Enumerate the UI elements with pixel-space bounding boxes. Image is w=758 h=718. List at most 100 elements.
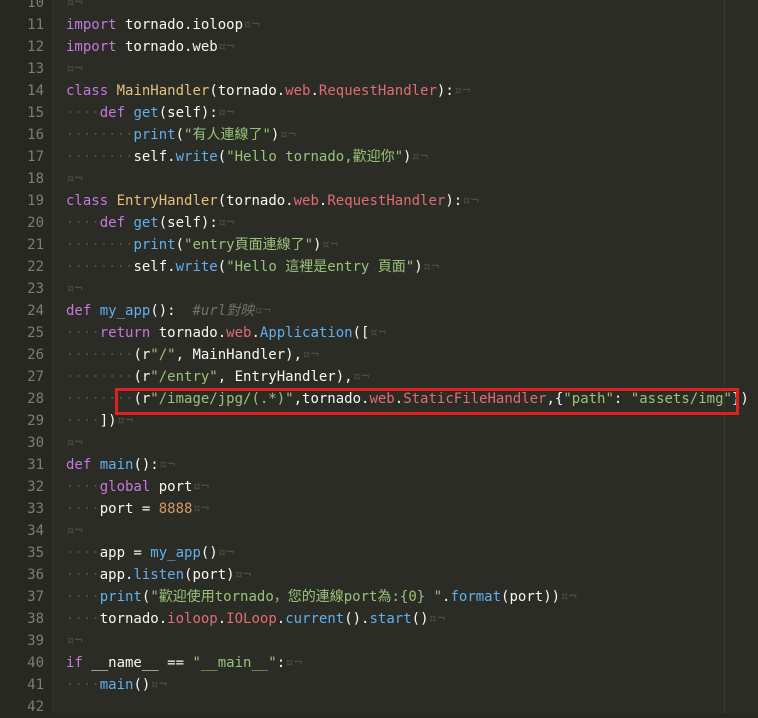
code-token: main [99,677,134,693]
line-code[interactable]: ········print("entry頁面連線了")¤¬ [66,234,338,256]
line-code[interactable]: ¤¬ [66,278,83,300]
code-line[interactable]: 25 ····return tornado.web.Application([¤¬ [0,322,758,344]
code-line[interactable]: 20 ····def get(self):¤¬ [0,212,758,234]
line-code[interactable]: ········self.write("Hello 這裡是entry 頁面")¤… [66,256,440,278]
code-token: #url對映 [192,303,255,319]
code-line[interactable]: 32 ····global port¤¬ [0,476,758,498]
code-token: tornado. [99,611,168,627]
code-token: return [99,325,151,341]
code-line[interactable]: 14 class MainHandler(tornado.web.RequestH… [0,80,758,102]
code-token: if [66,655,83,671]
line-code[interactable]: ¤¬ [66,58,83,80]
line-code[interactable]: ········(r"/", MainHandler),¤¬ [66,344,319,366]
line-number: 16 [27,127,44,143]
code-line[interactable]: 17 ········self.write("Hello tornado,歡迎你"… [0,146,758,168]
line-code[interactable]: ····app.listen(port)¤¬ [66,564,251,586]
line-number: 30 [27,435,44,451]
code-line[interactable]: 15 ····def get(self):¤¬ [0,102,758,124]
line-code[interactable]: import tornado.web¤¬ [66,36,235,58]
line-code[interactable]: ····def get(self):¤¬ [66,102,235,124]
line-code[interactable]: def main():¤¬ [66,454,176,476]
line-code[interactable]: ¤¬ [66,432,83,454]
line-number: 12 [27,39,44,55]
line-code[interactable]: if __name__ == "__main__":¤¬ [66,652,302,674]
code-line[interactable]: 37 ····print("歡迎使用tornado，您的連線port為:{0} "… [0,586,758,608]
code-token: "/entry" [150,369,218,385]
code-line[interactable]: 22 ········self.write("Hello 這裡是entry 頁面"… [0,256,758,278]
code-line[interactable]: 11 import tornado.ioloop¤¬ [0,14,758,36]
code-line[interactable]: 35 ····app = my_app()¤¬ [0,542,758,564]
code-token: web [285,83,311,99]
line-code[interactable]: class EntryHandler(tornado.web.RequestHa… [66,190,479,212]
code-token: . [251,325,260,341]
code-line[interactable]: 12 import tornado.web¤¬ [0,36,758,58]
code-line[interactable]: 23 ¤¬ [0,278,758,300]
line-code[interactable]: ····return tornado.web.Application([¤¬ [66,322,386,344]
code-token: ···· [66,611,100,627]
code-line[interactable]: 31 def main():¤¬ [0,454,758,476]
code-token: ···· [66,501,100,517]
code-token: (port) [184,567,235,583]
line-number: 41 [27,677,44,693]
code-line[interactable]: 42 [0,696,758,718]
line-number: 38 [27,611,44,627]
line-code[interactable]: ¤¬ [66,520,83,542]
line-code[interactable]: ····tornado.ioloop.IOLoop.current().star… [66,608,445,630]
line-code[interactable]: class MainHandler(tornado.web.RequestHan… [66,80,471,102]
line-number: 35 [27,545,44,561]
line-code[interactable]: def my_app(): #url對映¤¬ [66,300,271,322]
code-token: (): [133,457,159,473]
line-code[interactable]: ····global port¤¬ [66,476,209,498]
code-token: ···· [66,215,100,231]
line-number: 39 [27,633,44,649]
line-code[interactable]: ¤¬ [66,630,83,652]
line-code[interactable]: ····def get(self):¤¬ [66,212,235,234]
line-code[interactable]: ····port = 8888¤¬ [66,498,209,520]
code-line[interactable]: 34 ¤¬ [0,520,758,542]
code-token: ([ [352,325,370,341]
line-code[interactable]: ····app = my_app()¤¬ [66,542,235,564]
code-line[interactable]: 38 ····tornado.ioloop.IOLoop.current().st… [0,608,758,630]
code-line[interactable]: 24 def my_app(): #url對映¤¬ [0,300,758,322]
code-line[interactable]: 40 if __name__ == "__main__":¤¬ [0,652,758,674]
code-line[interactable]: 36 ····app.listen(port)¤¬ [0,564,758,586]
code-line[interactable]: 41 ····main()¤¬ [0,674,758,696]
line-code[interactable]: ¤¬ [66,168,83,190]
code-token: ): [436,83,454,99]
code-line[interactable]: 21 ········print("entry頁面連線了")¤¬ [0,234,758,256]
code-line[interactable]: 27 ········(r"/entry", EntryHandler),¤¬ [0,366,758,388]
code-token: ···· [66,677,100,693]
code-line[interactable]: 13 ¤¬ [0,58,758,80]
code-token: . [217,611,227,627]
line-code[interactable]: ········print("有人連線了")¤¬ [66,124,296,146]
code-token: . [310,83,319,99]
code-line[interactable]: 16 ········print("有人連線了")¤¬ [0,124,758,146]
code-line[interactable]: 33 ····port = 8888¤¬ [0,498,758,520]
line-code[interactable]: ····print("歡迎使用tornado，您的連線port為:{0} ".f… [66,586,577,608]
code-line[interactable]: 10 ¤¬ [0,0,758,14]
code-token: , EntryHandler), [217,369,353,385]
code-line[interactable]: 30 ¤¬ [0,432,758,454]
code-line[interactable]: 26 ········(r"/", MainHandler),¤¬ [0,344,758,366]
line-number: 27 [27,369,44,385]
code-editor[interactable]: 10 ¤¬ 11 import tornado.ioloop¤¬ 12 import to… [0,0,758,715]
line-code[interactable]: ········self.write("Hello tornado,歡迎你")¤… [66,146,428,168]
invisible-char-marker: ¤¬ [66,523,83,539]
invisible-char-marker: ¤¬ [66,61,83,77]
line-number: 26 [27,347,44,363]
line-number: 20 [27,215,44,231]
line-code[interactable]: ····main()¤¬ [66,674,167,696]
code-token: (tornado. [217,193,294,209]
code-line[interactable]: 19 class EntryHandler(tornado.web.Request… [0,190,758,212]
line-code[interactable]: ¤¬ [66,0,83,14]
code-token: ( [175,237,185,253]
code-token: ( [217,259,227,275]
code-token: ioloop [167,611,218,627]
line-number: 28 [27,391,44,407]
line-code[interactable]: ········(r"/entry", EntryHandler),¤¬ [66,366,369,388]
code-line[interactable]: 18 ¤¬ [0,168,758,190]
line-code[interactable]: import tornado.ioloop¤¬ [66,14,260,36]
code-token: class [66,83,109,99]
code-line[interactable]: 39 ¤¬ [0,630,758,652]
